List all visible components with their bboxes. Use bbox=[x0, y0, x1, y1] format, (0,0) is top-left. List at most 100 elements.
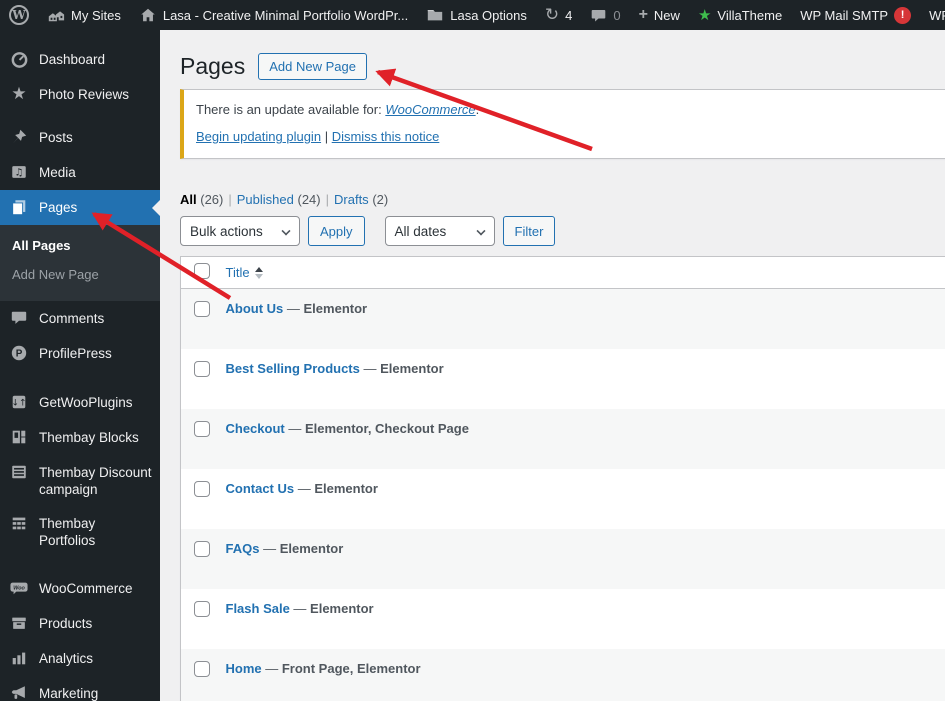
view-published-count: (24) bbox=[297, 192, 321, 208]
sidebar-item-getwooplugins[interactable]: ↓↑ GetWooPlugins bbox=[0, 385, 160, 420]
page-title-link[interactable]: About Us bbox=[226, 301, 284, 316]
pages-admin-content: Pages Add New Page There is an update av… bbox=[160, 30, 945, 701]
menu-separator bbox=[0, 557, 160, 571]
state-separator: — bbox=[284, 420, 305, 436]
wpforms-menu-partial[interactable]: WPF bbox=[920, 0, 945, 30]
row-checkbox[interactable] bbox=[194, 660, 210, 677]
sidebar-item-comments[interactable]: Comments bbox=[0, 301, 160, 336]
sidebar-item-pages[interactable]: Pages bbox=[0, 190, 160, 225]
villatheme-label: VillaTheme bbox=[717, 7, 783, 23]
notice-separator: | bbox=[324, 129, 329, 145]
comment-count: 0 bbox=[613, 7, 621, 23]
sidebar-label: Thembay Discount campaign bbox=[39, 465, 152, 497]
sidebar-item-marketing[interactable]: Marketing bbox=[0, 676, 160, 701]
svg-text:Woo: Woo bbox=[13, 585, 25, 591]
sidebar-item-products[interactable]: Products bbox=[0, 606, 160, 641]
page-title-link[interactable]: Best Selling Products bbox=[226, 361, 360, 376]
page-title-link[interactable]: Home bbox=[226, 661, 262, 676]
state-separator: — bbox=[359, 360, 381, 376]
sidebar-item-dashboard[interactable]: Dashboard bbox=[0, 42, 160, 77]
bulk-actions-select[interactable]: Bulk actions bbox=[180, 216, 300, 247]
all-dates-select[interactable]: All dates bbox=[384, 216, 495, 247]
menu-separator bbox=[0, 371, 160, 385]
sidebar-item-woocommerce[interactable]: Woo WooCommerce bbox=[0, 571, 160, 606]
multisite-houses-icon bbox=[47, 6, 65, 24]
sidebar-item-photo-reviews[interactable]: ★ Photo Reviews bbox=[0, 77, 160, 112]
row-checkbox[interactable] bbox=[194, 420, 210, 437]
sidebar-item-thembay-discount[interactable]: Thembay Discount campaign bbox=[0, 455, 160, 506]
sidebar-item-media[interactable]: ♫ Media bbox=[0, 155, 160, 190]
state-separator: — bbox=[294, 480, 315, 496]
svg-text:↓↑: ↓↑ bbox=[11, 399, 26, 409]
wordpress-logo-icon: W bbox=[9, 5, 29, 25]
sidebar-label: Analytics bbox=[39, 651, 94, 666]
profilepress-icon: P bbox=[9, 343, 29, 363]
lasa-options-menu[interactable]: Lasa Options bbox=[417, 0, 536, 30]
sidebar-label: WooCommerce bbox=[39, 581, 133, 596]
sidebar-item-posts[interactable]: Posts bbox=[0, 120, 160, 155]
portfolio-grid-icon bbox=[9, 513, 29, 533]
my-sites-label: My Sites bbox=[71, 7, 121, 23]
sidebar-item-profilepress[interactable]: P ProfilePress bbox=[0, 336, 160, 371]
updates-menu[interactable]: ↻ 4 bbox=[536, 0, 581, 30]
table-header-row: Title bbox=[180, 256, 945, 290]
sidebar-label: Thembay Blocks bbox=[39, 430, 139, 445]
table-row: FAQs — Elementor bbox=[180, 528, 945, 589]
sidebar-item-thembay-portfolios[interactable]: Thembay Portfolios bbox=[0, 506, 160, 557]
select-all-checkbox[interactable] bbox=[194, 263, 210, 280]
plus-icon: + bbox=[638, 6, 648, 23]
filter-button[interactable]: Filter bbox=[502, 216, 556, 247]
star-icon: ★ bbox=[11, 84, 27, 104]
wp-logo-menu[interactable]: W bbox=[0, 0, 38, 30]
sidebar-label: Marketing bbox=[39, 686, 99, 701]
view-published[interactable]: Published (24) bbox=[237, 192, 321, 207]
submenu-item-add-new-page[interactable]: Add New Page bbox=[0, 260, 160, 289]
row-checkbox[interactable] bbox=[194, 360, 210, 377]
view-all[interactable]: All (26) bbox=[180, 192, 223, 207]
bulk-actions-value: Bulk actions bbox=[190, 223, 263, 239]
comments-menu[interactable]: 0 bbox=[581, 0, 629, 30]
add-new-page-button[interactable]: Add New Page bbox=[258, 53, 367, 80]
my-sites-menu[interactable]: My Sites bbox=[38, 0, 130, 30]
post-state: Elementor bbox=[303, 301, 368, 317]
green-star-icon: ★ bbox=[697, 6, 712, 24]
row-checkbox[interactable] bbox=[194, 540, 210, 557]
sidebar-item-analytics[interactable]: Analytics bbox=[0, 641, 160, 676]
submenu-item-all-pages[interactable]: All Pages bbox=[0, 231, 160, 260]
table-row: Checkout — Elementor, Checkout Page bbox=[180, 408, 945, 469]
begin-updating-plugin-link[interactable]: Begin updating plugin bbox=[196, 129, 321, 144]
apply-button[interactable]: Apply bbox=[308, 216, 365, 247]
state-separator: — bbox=[289, 600, 311, 616]
new-content-menu[interactable]: + New bbox=[630, 0, 689, 30]
selected-menu-arrow bbox=[144, 199, 160, 216]
post-state: Elementor bbox=[279, 540, 344, 556]
woocommerce-icon: Woo bbox=[9, 578, 29, 598]
sidebar-label: Dashboard bbox=[39, 52, 106, 67]
sort-icons bbox=[254, 266, 263, 279]
site-name-menu[interactable]: Lasa - Creative Minimal Portfolio WordPr… bbox=[130, 0, 417, 30]
sidebar-label: Pages bbox=[39, 200, 78, 215]
villatheme-menu[interactable]: ★ VillaTheme bbox=[689, 0, 791, 30]
row-checkbox[interactable] bbox=[194, 301, 210, 318]
post-state: Elementor bbox=[380, 360, 444, 376]
row-checkbox[interactable] bbox=[194, 480, 210, 497]
page-title-link[interactable]: Contact Us bbox=[226, 481, 295, 496]
page-title-link[interactable]: FAQs bbox=[226, 541, 260, 556]
blocks-grid-icon bbox=[9, 427, 29, 447]
dashboard-gauge-icon bbox=[9, 49, 29, 69]
page-title-link[interactable]: Checkout bbox=[226, 421, 285, 436]
wp-mail-smtp-menu[interactable]: WP Mail SMTP ! bbox=[791, 0, 920, 30]
view-separator: | bbox=[228, 192, 232, 208]
post-state: Front Page, Elementor bbox=[281, 660, 421, 676]
row-checkbox[interactable] bbox=[194, 600, 210, 617]
view-drafts-label: Drafts bbox=[334, 192, 369, 208]
woocommerce-update-link[interactable]: WooCommerce bbox=[385, 102, 475, 117]
dismiss-notice-link[interactable]: Dismiss this notice bbox=[332, 129, 440, 144]
update-notice: There is an update available for: WooCom… bbox=[180, 89, 945, 160]
page-title-link[interactable]: Flash Sale bbox=[226, 601, 290, 616]
title-column-sort[interactable]: Title bbox=[226, 265, 263, 280]
view-separator: | bbox=[325, 192, 330, 208]
sidebar-item-thembay-blocks[interactable]: Thembay Blocks bbox=[0, 420, 160, 455]
view-drafts[interactable]: Drafts (2) bbox=[334, 192, 388, 207]
sidebar-label: Comments bbox=[39, 311, 105, 326]
